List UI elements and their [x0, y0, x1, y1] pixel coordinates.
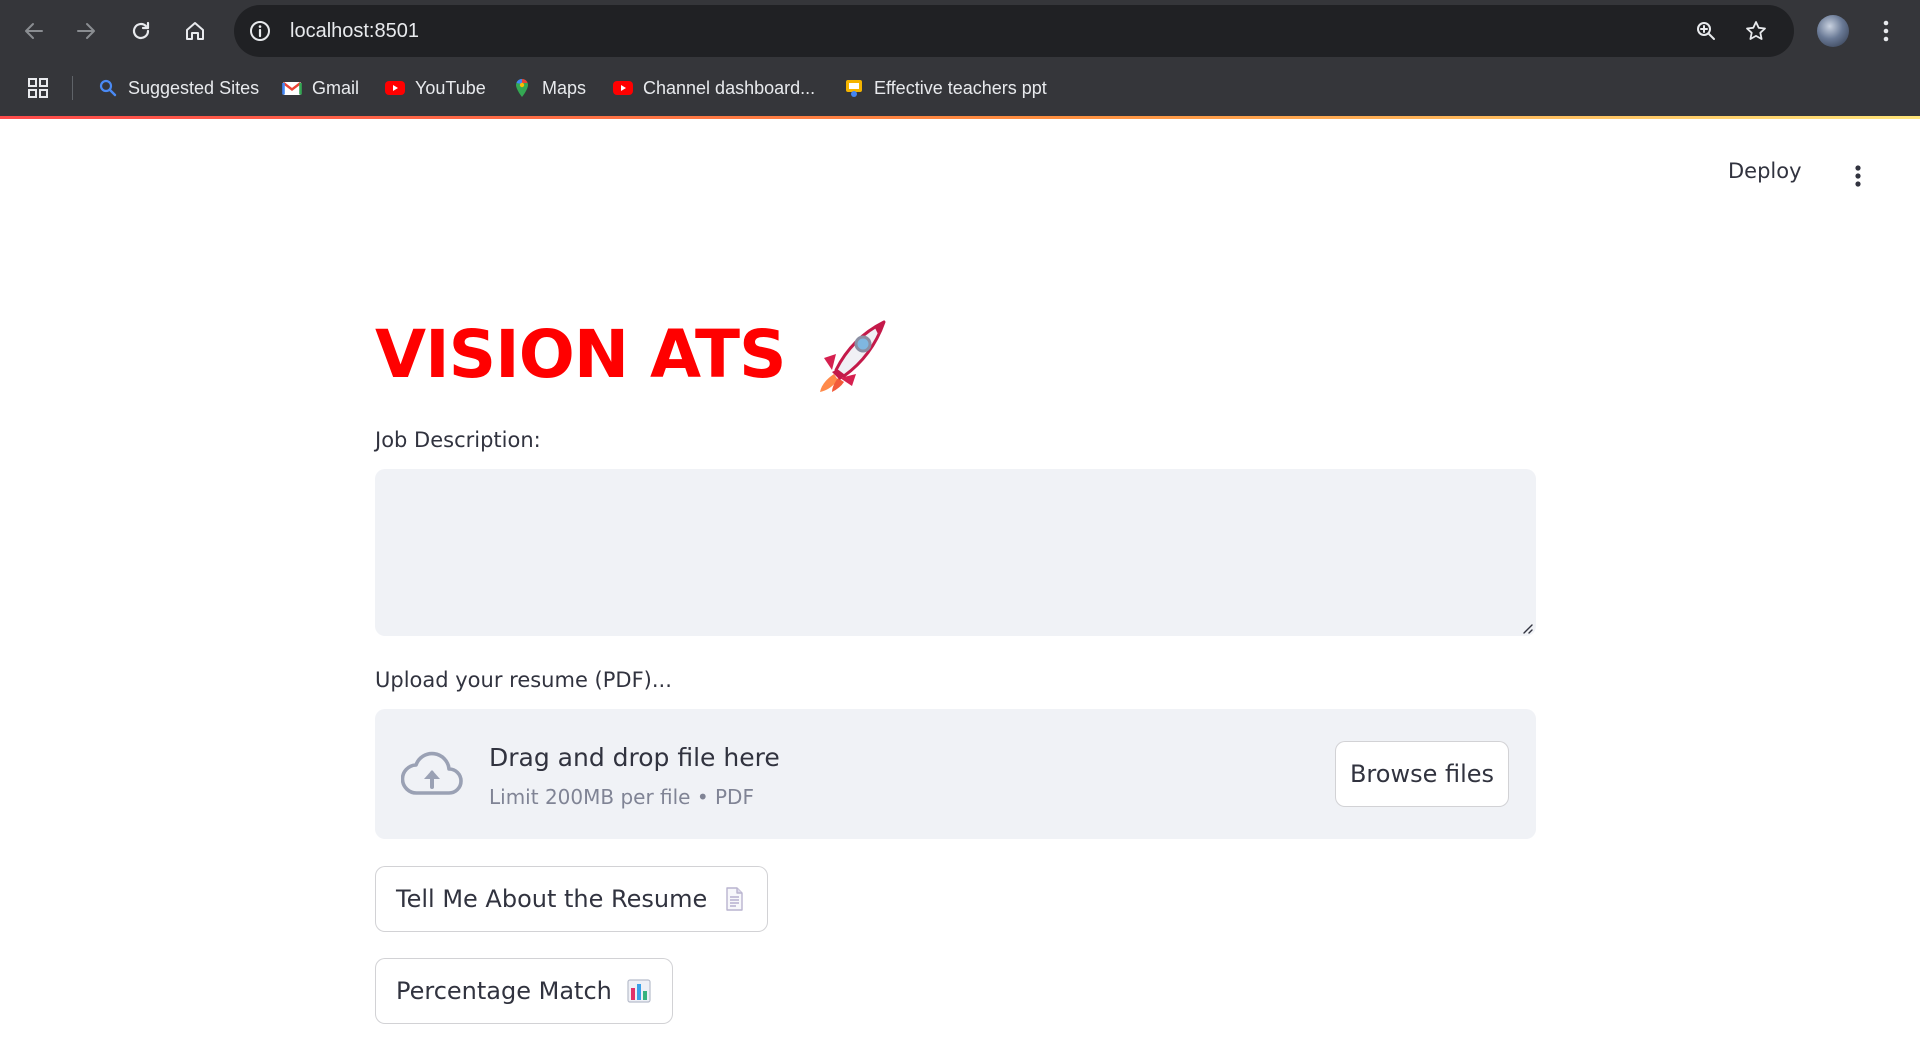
zoom-icon[interactable]: [1694, 19, 1718, 43]
bookmark-label: Maps: [542, 77, 587, 98]
page-title: VISION ATS: [375, 315, 787, 393]
browser-toolbar: localhost:8501: [0, 0, 1920, 62]
bookmark-label: Gmail: [312, 77, 360, 98]
bookmark-label: Effective teachers ppt: [874, 77, 1047, 98]
url-text[interactable]: localhost:8501: [290, 19, 419, 43]
file-dropzone[interactable]: Drag and drop file here Limit 200MB per …: [375, 709, 1536, 839]
bookmark-label: Channel dashboard...: [643, 77, 816, 98]
reload-icon: [132, 21, 150, 40]
button-label: Tell Me About the Resume: [396, 885, 708, 913]
chrome-menu-icon[interactable]: [1874, 15, 1898, 47]
bookmarks-bar: Suggested Sites Gmail YouTube Maps Chann…: [0, 62, 1920, 114]
reload-button[interactable]: [121, 11, 161, 51]
star-icon[interactable]: [1744, 19, 1768, 43]
upload-label: Upload your resume (PDF)...: [375, 668, 672, 692]
browser-chrome: localhost:8501 Suggested Sites Gmail You…: [0, 0, 1920, 119]
forward-button[interactable]: [66, 11, 106, 51]
address-bar[interactable]: localhost:8501: [234, 5, 1794, 57]
arrow-right-icon: [77, 23, 95, 39]
job-description-label: Job Description:: [375, 428, 541, 452]
search-icon: [99, 79, 117, 97]
profile-avatar[interactable]: [1817, 15, 1849, 47]
cloud-upload-icon: [401, 751, 463, 795]
button-label: Percentage Match: [396, 977, 612, 1005]
bookmark-channel-dashboard[interactable]: Channel dashboard...: [613, 72, 815, 104]
resize-handle-icon[interactable]: [1521, 622, 1533, 634]
job-description-input[interactable]: [375, 469, 1536, 636]
document-icon: [726, 887, 743, 911]
bookmark-label: YouTube: [415, 77, 486, 98]
app-menu-icon[interactable]: [1846, 162, 1870, 190]
bookmarks-separator: [72, 76, 73, 100]
tell-me-about-resume-button[interactable]: Tell Me About the Resume: [375, 866, 769, 932]
bar-chart-icon: [627, 979, 651, 1003]
browse-files-button[interactable]: Browse files: [1335, 741, 1509, 807]
bookmark-maps[interactable]: Maps: [512, 72, 586, 104]
slides-icon: [846, 80, 862, 97]
bookmark-suggested-sites[interactable]: Suggested Sites: [98, 72, 259, 104]
deploy-button[interactable]: Deploy: [1728, 159, 1802, 183]
bookmark-label: Suggested Sites: [128, 77, 260, 98]
back-button[interactable]: [14, 11, 54, 51]
bookmark-effective-teachers[interactable]: Effective teachers ppt: [844, 72, 1047, 104]
home-button[interactable]: [175, 11, 215, 51]
youtube-icon: [613, 81, 633, 95]
bookmark-youtube[interactable]: YouTube: [385, 72, 486, 104]
apps-grid-icon[interactable]: [26, 76, 50, 100]
site-info-icon[interactable]: [248, 19, 272, 43]
maps-icon: [516, 79, 528, 97]
title-row: VISION ATS: [375, 306, 892, 402]
arrow-left-icon: [25, 23, 43, 39]
rocket-icon: [819, 320, 886, 392]
youtube-icon: [385, 81, 405, 95]
gmail-icon: [282, 82, 302, 95]
bookmark-gmail[interactable]: Gmail: [282, 72, 359, 104]
percentage-match-button[interactable]: Percentage Match: [375, 958, 673, 1024]
dropzone-title: Drag and drop file here: [489, 743, 780, 772]
home-icon: [186, 22, 204, 40]
app-header: Deploy: [0, 119, 1920, 239]
dropzone-limit-text: Limit 200MB per file • PDF: [489, 785, 754, 809]
